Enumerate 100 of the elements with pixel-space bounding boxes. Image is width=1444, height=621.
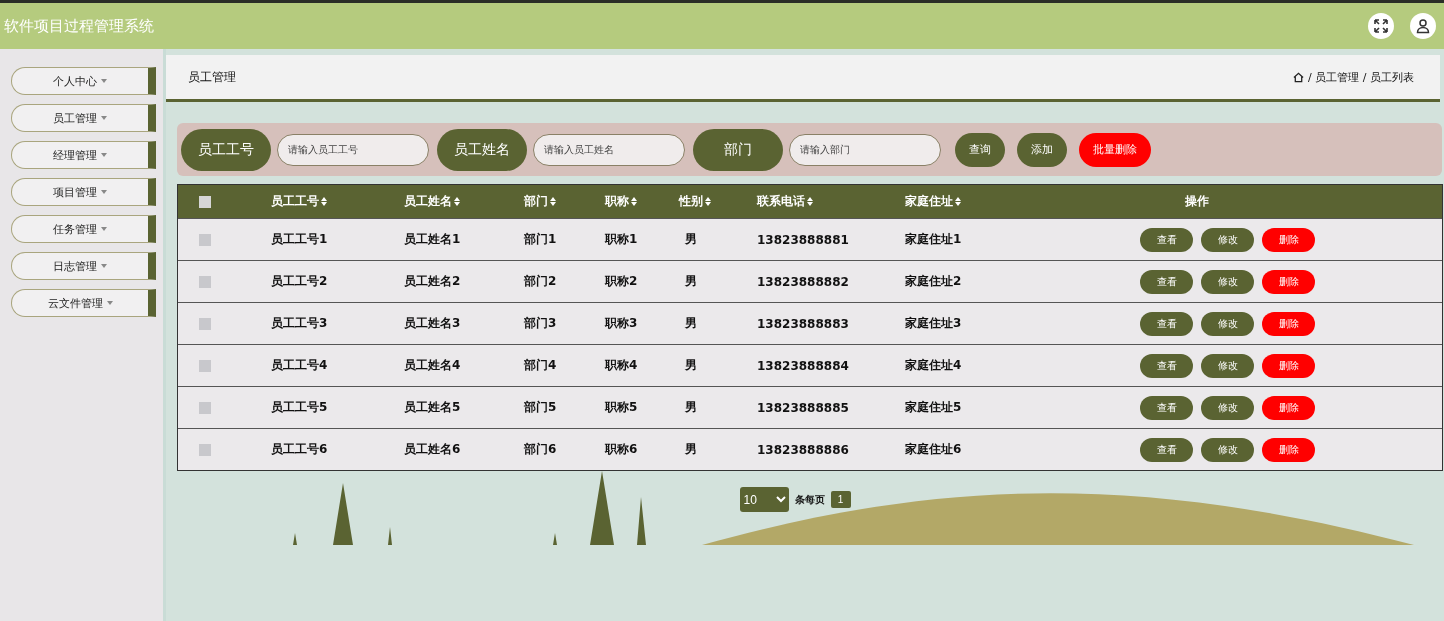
caret-icon [101,264,107,268]
row-action-button[interactable]: 查看 [1140,437,1193,462]
row-checkbox[interactable] [199,359,211,372]
page-size-label: 条每页 [794,492,825,507]
table-cell: 13823888882 [757,274,849,289]
sort-icon[interactable] [807,197,813,206]
table-cell: 职称4 [605,357,638,374]
table-cell: 部门4 [524,357,557,374]
table-cell: 部门2 [524,273,557,290]
search-field[interactable]: 请输入员工工号 [277,133,429,166]
sidebar-item[interactable]: 任务管理 [11,215,156,243]
table-cell: 员工工号2 [271,273,328,290]
table-cell: 员工姓名3 [404,315,461,332]
caret-icon [101,227,107,231]
row-action-button[interactable]: 修改 [1201,227,1254,252]
table-cell: 员工工号4 [271,357,328,374]
column-header[interactable]: 部门 [524,193,548,210]
sort-icon[interactable] [705,197,711,206]
caret-icon [101,79,107,83]
table-cell: 13823888884 [757,358,849,373]
table-cell: 男 [685,441,697,458]
row-action-button[interactable]: 查看 [1140,269,1193,294]
sort-icon[interactable] [631,197,637,206]
select-all-checkbox[interactable] [199,195,211,208]
row-action-button[interactable]: 查看 [1140,353,1193,378]
row-action-button[interactable]: 修改 [1201,269,1254,294]
table-cell: 男 [685,231,697,248]
sidebar-item[interactable]: 项目管理 [11,178,156,206]
table-cell: 职称2 [605,273,638,290]
row-action-button[interactable]: 查看 [1140,311,1193,336]
sidebar-item[interactable]: 个人中心 [11,67,156,95]
app-title: 软件项目过程管理系统 [4,16,154,36]
sidebar-item[interactable]: 云文件管理 [11,289,156,317]
table-cell: 男 [685,315,697,332]
table-cell: 家庭住址4 [905,357,962,374]
column-header[interactable]: 家庭住址 [905,193,953,210]
row-action-button[interactable]: 删除 [1262,227,1315,252]
table-cell: 家庭住址5 [905,399,962,416]
sort-icon[interactable] [321,197,327,206]
search-field[interactable]: 请输入部门 [789,133,941,166]
sidebar-item[interactable]: 日志管理 [11,252,156,280]
table-cell: 13823888883 [757,316,849,331]
table-cell: 部门5 [524,399,557,416]
column-header[interactable]: 操作 [1185,193,1209,210]
fullscreen-icon[interactable] [1368,13,1394,39]
row-action-button[interactable]: 修改 [1201,353,1254,378]
row-action-button[interactable]: 修改 [1201,311,1254,336]
field-label: 部门 [693,128,783,171]
column-header[interactable]: 联系电话 [757,193,805,210]
column-header[interactable]: 员工工号 [271,193,319,210]
table-cell: 员工姓名5 [404,399,461,416]
table-cell: 13823888881 [757,232,849,247]
table-cell: 家庭住址1 [905,231,962,248]
page-title: 员工管理 [188,68,236,86]
row-action-button[interactable]: 删除 [1262,269,1315,294]
row-checkbox[interactable] [199,233,211,246]
table-cell: 男 [685,357,697,374]
sort-icon[interactable] [550,197,556,206]
row-action-button[interactable]: 删除 [1262,311,1315,336]
row-checkbox[interactable] [199,443,211,456]
column-header[interactable]: 职称 [605,193,629,210]
column-header[interactable]: 员工姓名 [404,193,452,210]
action-button[interactable]: 查询 [955,132,1005,167]
table-cell: 部门6 [524,441,557,458]
row-checkbox[interactable] [199,275,211,288]
table-cell: 员工工号5 [271,399,328,416]
table-cell: 员工姓名1 [404,231,461,248]
table-cell: 家庭住址6 [905,441,962,458]
search-field[interactable]: 请输入员工姓名 [533,133,685,166]
breadcrumb[interactable]: / 员工管理 / 员工列表 [1308,69,1414,85]
table-cell: 部门3 [524,315,557,332]
table-cell: 13823888886 [757,442,849,457]
page-size-select[interactable]: 10 [739,487,789,512]
sidebar-item[interactable]: 员工管理 [11,104,156,132]
table-cell: 员工姓名6 [404,441,461,458]
column-header[interactable]: 性别 [679,193,703,210]
table-cell: 职称6 [605,441,638,458]
row-checkbox[interactable] [199,317,211,330]
user-icon[interactable] [1410,13,1436,39]
sort-icon[interactable] [454,197,460,206]
row-action-button[interactable]: 修改 [1201,437,1254,462]
row-action-button[interactable]: 删除 [1262,437,1315,462]
action-button[interactable]: 添加 [1017,132,1067,167]
row-action-button[interactable]: 删除 [1262,353,1315,378]
row-action-button[interactable]: 修改 [1201,395,1254,420]
row-action-button[interactable]: 查看 [1140,227,1193,252]
table-cell: 13823888885 [757,400,849,415]
table-cell: 员工姓名4 [404,357,461,374]
row-action-button[interactable]: 查看 [1140,395,1193,420]
row-checkbox[interactable] [199,401,211,414]
row-action-button[interactable]: 删除 [1262,395,1315,420]
home-icon[interactable] [1293,71,1305,83]
sort-icon[interactable] [955,197,961,206]
caret-icon [106,301,113,305]
action-button[interactable]: 批量删除 [1079,132,1151,167]
table-cell: 员工工号3 [271,315,328,332]
table-cell: 职称3 [605,315,638,332]
caret-icon [101,116,107,120]
sidebar-item[interactable]: 经理管理 [11,141,156,169]
page-button[interactable]: 1 [830,491,851,508]
